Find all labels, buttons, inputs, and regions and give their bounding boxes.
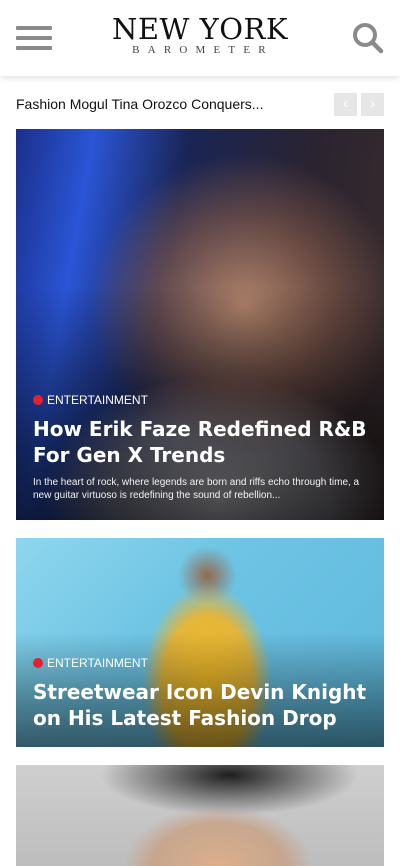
search-icon[interactable] [352, 22, 384, 54]
article-image [16, 765, 384, 866]
article-card[interactable] [16, 765, 384, 866]
ticker-next-button[interactable]: › [361, 93, 384, 116]
category-tag[interactable]: ENTERTAINMENT [33, 393, 367, 407]
category-tag[interactable]: ENTERTAINMENT [33, 656, 367, 670]
ticker-prev-button[interactable]: ‹ [334, 93, 357, 116]
news-ticker: Fashion Mogul Tina Orozco Conquers... ‹ … [16, 92, 384, 118]
site-logo[interactable]: NEW YORK BAROMETER [100, 14, 300, 56]
red-dot-icon [33, 395, 43, 405]
article-title[interactable]: How Erik Faze Redefined R&B For Gen X Tr… [33, 416, 367, 468]
logo-title: NEW YORK [112, 12, 288, 46]
article-title[interactable]: Streetwear Icon Devin Knight on His Late… [33, 679, 367, 731]
category-label: ENTERTAINMENT [47, 393, 148, 407]
article-card-body: ENTERTAINMENT How Erik Faze Redefined R&… [33, 393, 367, 502]
ticker-headline[interactable]: Fashion Mogul Tina Orozco Conquers... [16, 96, 316, 112]
article-card[interactable]: ENTERTAINMENT How Erik Faze Redefined R&… [16, 129, 384, 520]
hamburger-menu-icon[interactable] [16, 24, 52, 52]
article-excerpt: In the heart of rock, where legends are … [33, 477, 360, 501]
category-label: ENTERTAINMENT [47, 656, 148, 670]
article-card-body: ENTERTAINMENT Streetwear Icon Devin Knig… [33, 656, 367, 731]
site-header: NEW YORK BAROMETER [0, 0, 400, 76]
article-card[interactable]: ENTERTAINMENT Streetwear Icon Devin Knig… [16, 538, 384, 747]
red-dot-icon [33, 658, 43, 668]
ticker-controls: ‹ › [334, 93, 384, 116]
